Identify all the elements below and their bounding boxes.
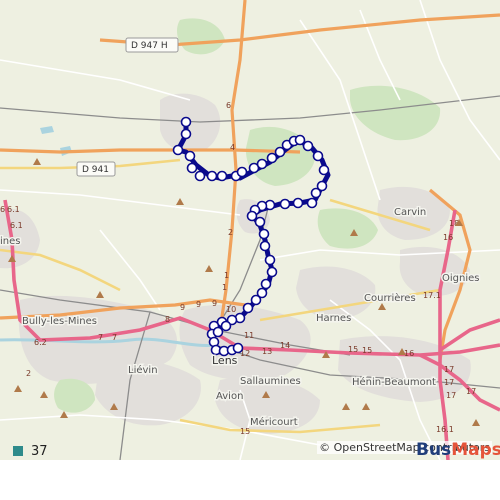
svg-text:6: 6 [226, 101, 231, 110]
svg-text:9: 9 [196, 300, 201, 309]
svg-text:11: 11 [244, 331, 254, 340]
bus-stop-marker[interactable] [274, 146, 286, 158]
place-label: Hénin-Beaumont [352, 376, 436, 388]
bus-stop-marker[interactable] [279, 198, 291, 210]
bus-stop-marker[interactable] [184, 150, 196, 162]
bus-stop-marker[interactable] [216, 170, 228, 182]
legend-bar [0, 460, 500, 500]
svg-text:13: 13 [262, 347, 272, 356]
map-canvas: 6 4 2 1 1 9 9 9 10 11 12 13 14 15 15 16 … [0, 0, 500, 460]
bus-stop-marker[interactable] [172, 144, 184, 156]
svg-text:17.1: 17.1 [423, 291, 441, 300]
bus-stop-marker[interactable] [256, 158, 268, 170]
svg-text:6.1: 6.1 [10, 221, 23, 230]
svg-text:17: 17 [444, 378, 454, 387]
road-shield-d947h: D 947 H [125, 37, 179, 53]
bus-stop-marker[interactable] [186, 162, 198, 174]
svg-text:D 947 H: D 947 H [131, 41, 168, 51]
place-label: Oignies [442, 273, 479, 284]
bus-stop-marker[interactable] [220, 320, 232, 332]
svg-text:2: 2 [228, 228, 233, 237]
bus-stop-marker[interactable] [294, 134, 306, 146]
attribution-prefix: © [319, 441, 334, 454]
bus-stop-marker[interactable] [259, 240, 271, 252]
place-label: Bully-les-Mines [22, 316, 97, 327]
bus-stop-marker[interactable] [212, 326, 224, 338]
svg-text:17: 17 [446, 391, 456, 400]
svg-text:6.2: 6.2 [34, 338, 47, 347]
svg-text:4: 4 [230, 143, 235, 152]
place-label: Carvin [394, 207, 426, 218]
place-label: Méricourt [250, 416, 298, 428]
svg-text:D 941: D 941 [82, 165, 109, 175]
bus-stop-marker[interactable] [236, 166, 248, 178]
bus-stop-marker[interactable] [250, 294, 262, 306]
bus-stop-marker[interactable] [254, 216, 266, 228]
brand-part-maps: Maps [451, 440, 500, 460]
bus-stop-marker[interactable] [206, 170, 218, 182]
bus-stop-marker[interactable] [258, 228, 270, 240]
svg-text:7: 7 [112, 333, 117, 342]
bus-stop-marker[interactable] [318, 164, 330, 176]
bus-stop-marker[interactable] [246, 210, 258, 222]
svg-text:8: 8 [165, 315, 170, 324]
bus-stop-marker[interactable] [232, 342, 244, 354]
bus-stop-marker[interactable] [180, 128, 192, 140]
place-label: Harnes [316, 313, 351, 324]
bus-stop-marker[interactable] [292, 197, 304, 209]
place-label: ines [0, 236, 20, 247]
svg-text:17: 17 [466, 387, 476, 396]
svg-text:16: 16 [443, 233, 453, 242]
line-color-swatch [13, 446, 23, 456]
bus-stop-marker[interactable] [302, 140, 314, 152]
place-label: Liévin [128, 364, 158, 376]
svg-text:9: 9 [180, 303, 185, 312]
svg-text:15: 15 [348, 345, 358, 354]
svg-text:7: 7 [98, 333, 103, 342]
map-view[interactable]: 6 4 2 1 1 9 9 9 10 11 12 13 14 15 15 16 … [0, 0, 500, 460]
bus-stop-marker[interactable] [306, 197, 318, 209]
bus-stop-marker[interactable] [242, 302, 254, 314]
svg-text:1: 1 [222, 283, 227, 292]
svg-text:9: 9 [212, 299, 217, 308]
bus-stop-marker[interactable] [312, 150, 324, 162]
bus-stop-marker[interactable] [194, 170, 206, 182]
bus-stop-marker[interactable] [310, 187, 322, 199]
place-label: Sallaumines [240, 376, 301, 387]
svg-text:16.1: 16.1 [436, 425, 454, 434]
bus-stop-marker[interactable] [180, 116, 192, 128]
svg-text:6: 6 [0, 205, 5, 214]
place-label: Courrières [364, 292, 416, 304]
busmaps-logo[interactable]: BusMaps [416, 440, 500, 460]
bus-stop-marker[interactable] [260, 278, 272, 290]
svg-text:15: 15 [240, 427, 250, 436]
svg-text:15: 15 [362, 346, 372, 355]
place-label: Lens [212, 354, 238, 367]
svg-text:1: 1 [224, 271, 229, 280]
svg-text:2: 2 [26, 369, 31, 378]
brand-part-bus: Bus [416, 440, 452, 460]
place-label: Avion [216, 391, 243, 402]
line-number-label: 37 [31, 444, 48, 459]
bus-stop-marker[interactable] [266, 266, 278, 278]
svg-text:14: 14 [280, 341, 290, 350]
svg-text:16: 16 [404, 349, 414, 358]
bus-stop-marker[interactable] [266, 152, 278, 164]
bus-stop-marker[interactable] [264, 254, 276, 266]
road-shield-d941: D 941 [76, 161, 116, 177]
svg-text:10: 10 [226, 305, 236, 314]
svg-text:17: 17 [444, 365, 454, 374]
svg-text:6.1: 6.1 [7, 205, 20, 214]
